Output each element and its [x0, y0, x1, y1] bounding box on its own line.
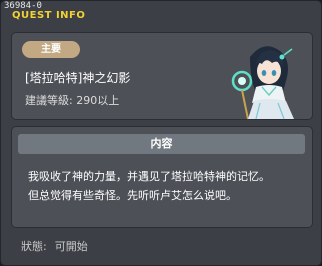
- content-header: 内容: [18, 134, 305, 154]
- quest-status: 狀態: 可開始: [21, 238, 96, 254]
- status-label: 狀態:: [21, 240, 47, 253]
- status-value: 可開始: [54, 240, 88, 253]
- quest-info-window: 36984-0 QUEST INFO 主要 [塔拉哈特]神之幻影 建議等級: 2…: [0, 0, 322, 266]
- quest-summary-card: 主要 [塔拉哈特]神之幻影 建議等級: 290以上: [11, 32, 313, 120]
- quest-type-badge: 主要: [22, 41, 80, 58]
- quest-name: [塔拉哈特]神之幻影: [25, 71, 131, 85]
- content-body: 我吸收了神的力量，并遇见了塔拉哈特神的记忆。 但总觉得有些奇怪。先听听卢艾怎么说…: [28, 167, 303, 205]
- content-line-1: 我吸收了神的力量，并遇见了塔拉哈特神的记忆。: [28, 170, 270, 183]
- quest-content-card: 内容 我吸收了神的力量，并遇见了塔拉哈特神的记忆。 但总觉得有些奇怪。先听听卢艾…: [11, 126, 313, 228]
- npc-portrait-icon: [231, 46, 294, 120]
- window-title: QUEST INFO: [12, 10, 86, 21]
- quest-level-requirement: 建議等級: 290以上: [25, 94, 120, 107]
- content-line-2: 但总觉得有些奇怪。先听听卢艾怎么说吧。: [28, 189, 237, 202]
